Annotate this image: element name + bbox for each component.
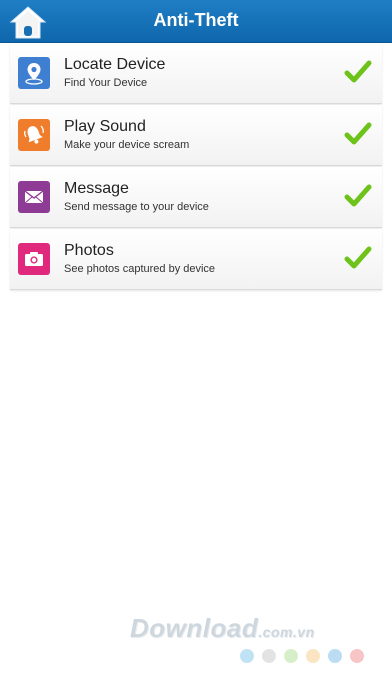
feature-list: Locate Device Find Your Device Play Soun… (10, 43, 382, 291)
item-subtitle: Find Your Device (64, 77, 148, 89)
item-subtitle: Make your device scream (64, 139, 190, 151)
watermark-dot (306, 649, 320, 663)
watermark-dot (262, 649, 276, 663)
item-title: Message (64, 180, 129, 197)
checkmark-icon (344, 60, 372, 83)
locate-device-icon-box (18, 57, 50, 89)
item-title: Locate Device (64, 56, 166, 73)
list-item-message[interactable]: Message Send message to your device (10, 167, 382, 228)
watermark-dots (240, 649, 364, 663)
bell-icon (24, 125, 44, 144)
download-watermark: Download.com.vn (130, 613, 370, 673)
play-sound-icon-box (18, 119, 50, 151)
list-item-play-sound[interactable]: Play Sound Make your device scream (10, 105, 382, 166)
watermark-dot (328, 649, 342, 663)
list-item-photos[interactable]: Photos See photos captured by device (10, 229, 382, 290)
watermark-dot (240, 649, 254, 663)
list-item-locate-device[interactable]: Locate Device Find Your Device (10, 43, 382, 104)
page-title: Anti-Theft (153, 10, 239, 30)
app-header: Anti-Theft (0, 0, 392, 43)
checkmark-icon (344, 184, 372, 207)
item-title: Photos (64, 242, 114, 259)
item-title: Play Sound (64, 118, 146, 135)
photos-icon-box (18, 243, 50, 275)
camera-icon (25, 252, 43, 266)
watermark-domain: .com.vn (258, 624, 315, 640)
item-subtitle: Send message to your device (64, 201, 209, 213)
watermark-text: Download.com.vn (130, 613, 315, 644)
envelope-icon (24, 190, 44, 204)
checkmark-icon (344, 246, 372, 269)
watermark-dot (284, 649, 298, 663)
checkmark-icon (344, 122, 372, 145)
watermark-brand: Download (130, 613, 259, 643)
item-subtitle: See photos captured by device (64, 263, 216, 275)
watermark-dot (350, 649, 364, 663)
message-icon-box (18, 181, 50, 213)
location-pin-icon (25, 63, 43, 85)
